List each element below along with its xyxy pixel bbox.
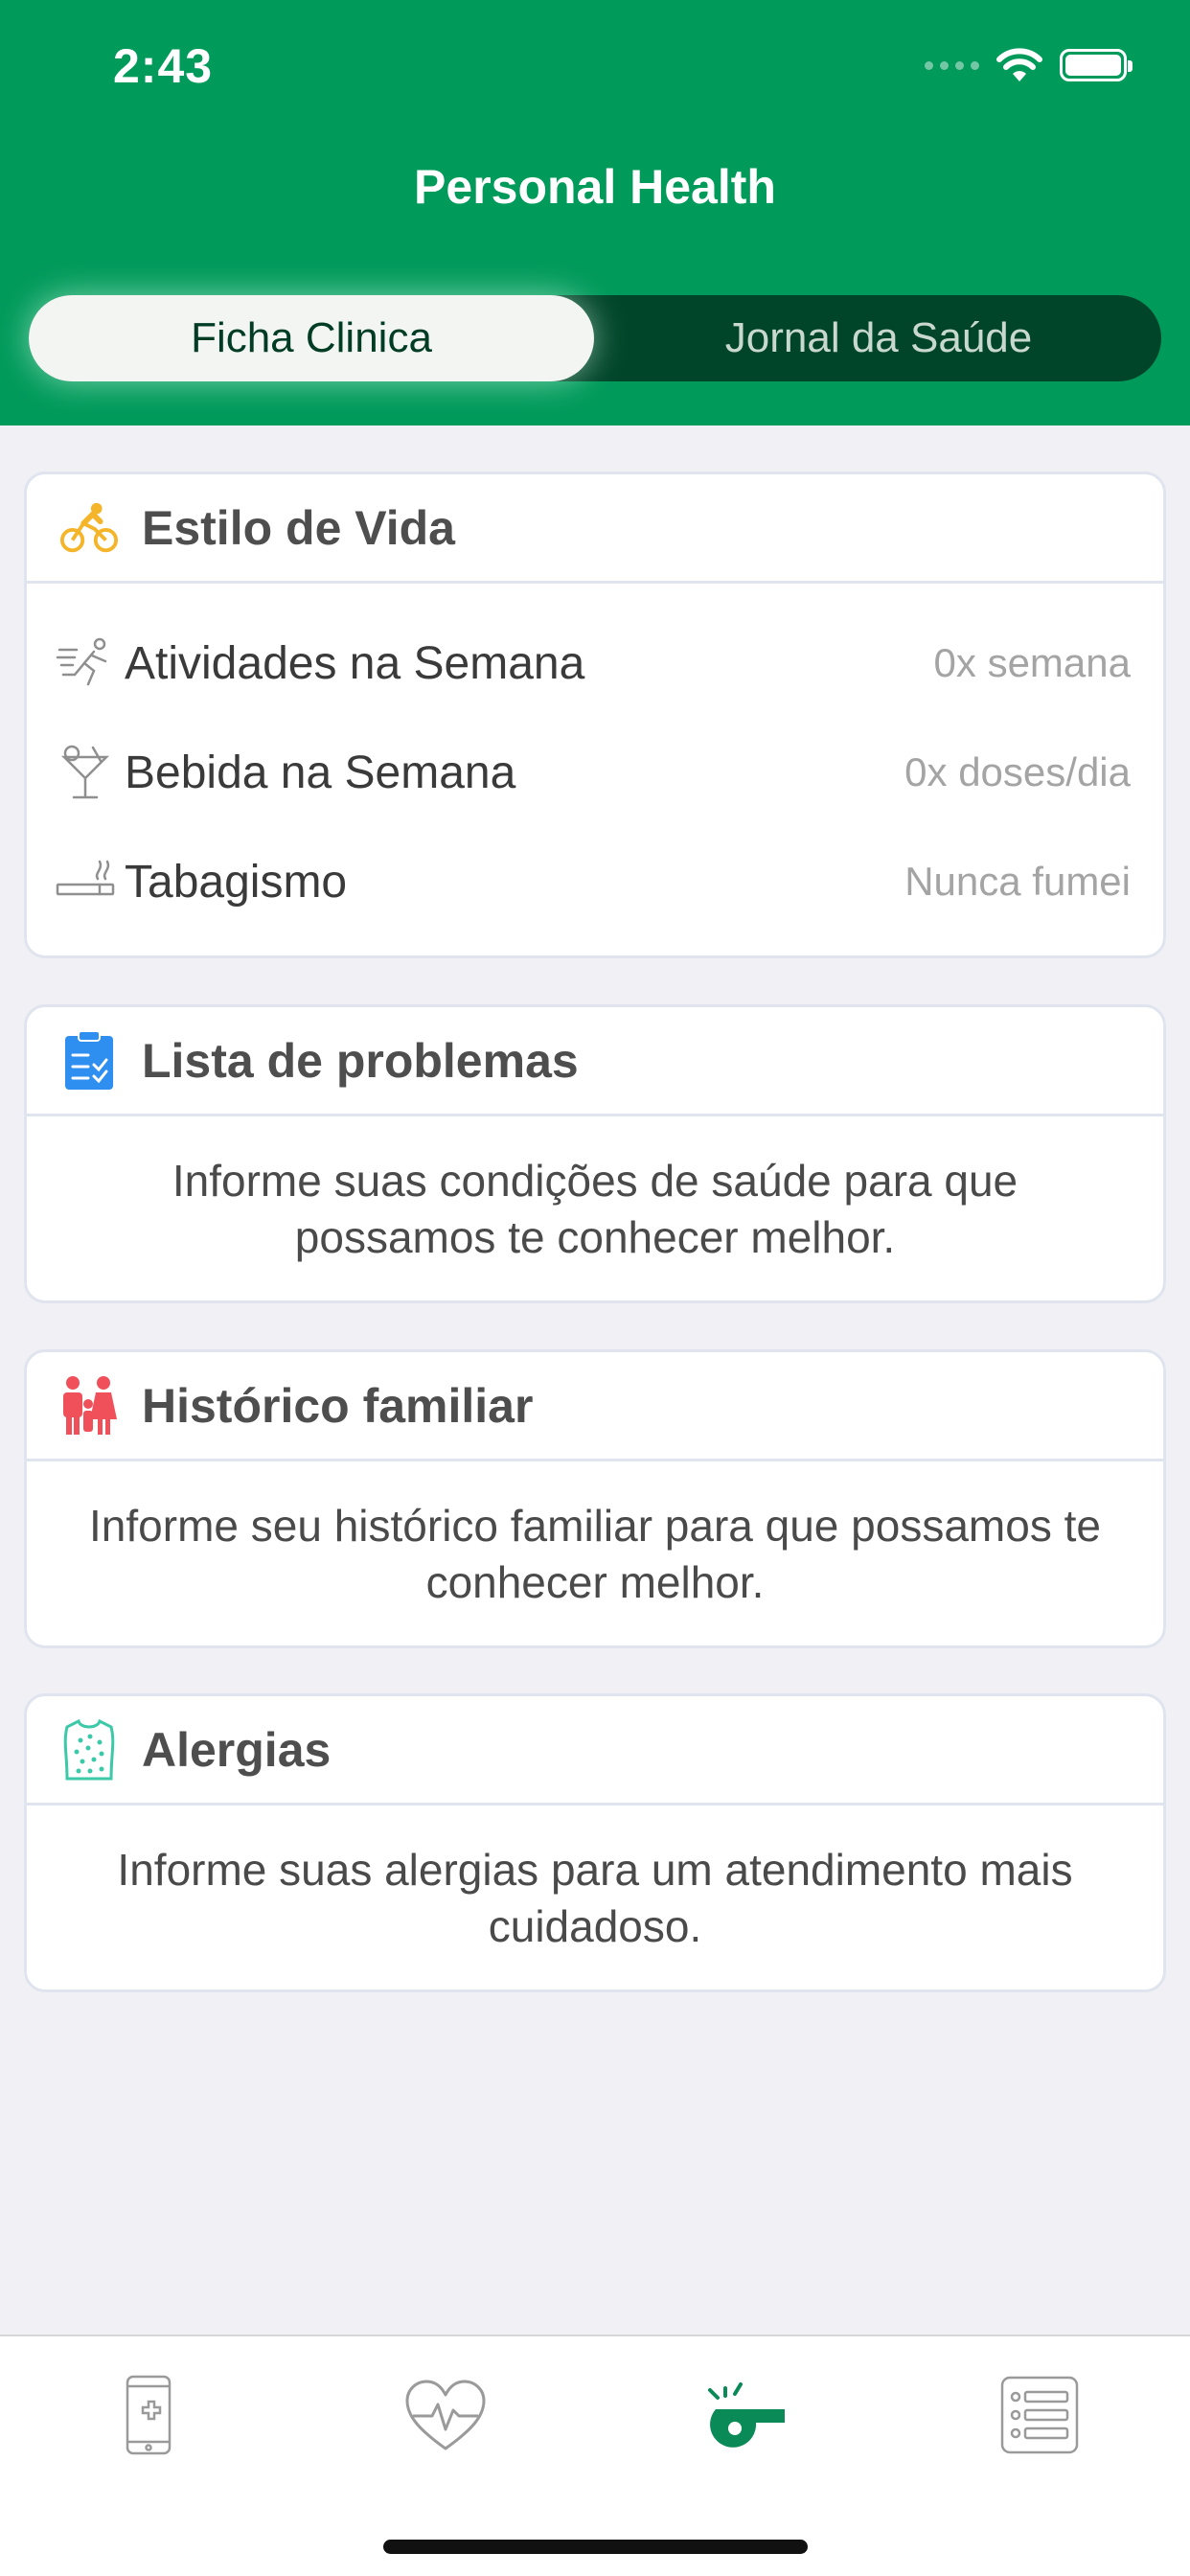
- tab-jornal-da-saude[interactable]: Jornal da Saúde: [596, 295, 1161, 381]
- row-activities[interactable]: Atividades na Semana 0x semana: [27, 609, 1163, 718]
- activities-label: Atividades na Semana: [125, 637, 585, 689]
- activities-value: 0x semana: [933, 640, 1131, 685]
- family-icon: [59, 1375, 119, 1436]
- whistle-icon: [708, 2382, 785, 2448]
- allergies-header: Alergias: [27, 1696, 1163, 1806]
- skin-allergy-icon: [59, 1718, 119, 1780]
- lifestyle-card: Estilo de Vida Atividades na Semana 0x s…: [24, 472, 1166, 958]
- problems-description: Informe suas condições de saúde para que…: [172, 1156, 1018, 1262]
- phone-medical-icon: [126, 2375, 172, 2455]
- wifi-icon: [996, 48, 1042, 81]
- cellular-signal-icon: [925, 60, 979, 70]
- row-drinks[interactable]: Bebida na Semana 0x doses/dia: [27, 718, 1163, 827]
- family-description: Informe seu histórico familiar para que …: [89, 1501, 1101, 1607]
- tab-heart-pulse[interactable]: [398, 2367, 493, 2463]
- lifestyle-header[interactable]: Estilo de Vida: [27, 474, 1163, 584]
- drinks-label: Bebida na Semana: [125, 747, 516, 798]
- tab-list[interactable]: [992, 2367, 1087, 2463]
- problems-title: Lista de problemas: [142, 1033, 579, 1088]
- battery-icon: [1060, 49, 1133, 81]
- tab-phone-medical[interactable]: [101, 2367, 196, 2463]
- status-time: 2:43: [113, 39, 214, 93]
- family-title: Histórico familiar: [142, 1378, 534, 1433]
- status-icons: [925, 44, 1133, 86]
- family-history-card[interactable]: Histórico familiar Informe seu histórico…: [24, 1349, 1166, 1648]
- clipboard-checklist-icon: [59, 1029, 119, 1091]
- smoking-label: Tabagismo: [125, 856, 348, 908]
- app-header: 2:43 Personal Health Ficha Clinica Jorna…: [0, 0, 1190, 426]
- cyclist-icon: [59, 498, 119, 558]
- allergies-title: Alergias: [142, 1722, 332, 1777]
- segmented-control: Ficha Clinica Jornal da Saúde: [29, 295, 1161, 381]
- row-smoking[interactable]: Tabagismo Nunca fumei: [27, 827, 1163, 936]
- cocktail-icon: [56, 743, 115, 802]
- lifestyle-title: Estilo de Vida: [142, 500, 455, 555]
- cigarette-icon: [56, 852, 115, 911]
- runner-icon: [56, 633, 115, 693]
- tab-whistle[interactable]: [695, 2367, 790, 2463]
- smoking-value: Nunca fumei: [904, 859, 1131, 904]
- page-title: Personal Health: [414, 160, 776, 214]
- allergies-card[interactable]: Alergias Informe suas alergias para um a…: [24, 1693, 1166, 1992]
- home-indicator[interactable]: [383, 2540, 808, 2554]
- allergies-description: Informe suas alergias para um atendiment…: [117, 1845, 1073, 1951]
- problems-card[interactable]: Lista de problemas Informe suas condiçõe…: [24, 1004, 1166, 1303]
- drinks-value: 0x doses/dia: [904, 749, 1131, 794]
- heart-pulse-icon: [405, 2380, 486, 2450]
- list-icon: [1000, 2376, 1079, 2454]
- tab-ficha-clinica[interactable]: Ficha Clinica: [29, 295, 594, 381]
- problems-header: Lista de problemas: [27, 1007, 1163, 1116]
- family-header: Histórico familiar: [27, 1352, 1163, 1461]
